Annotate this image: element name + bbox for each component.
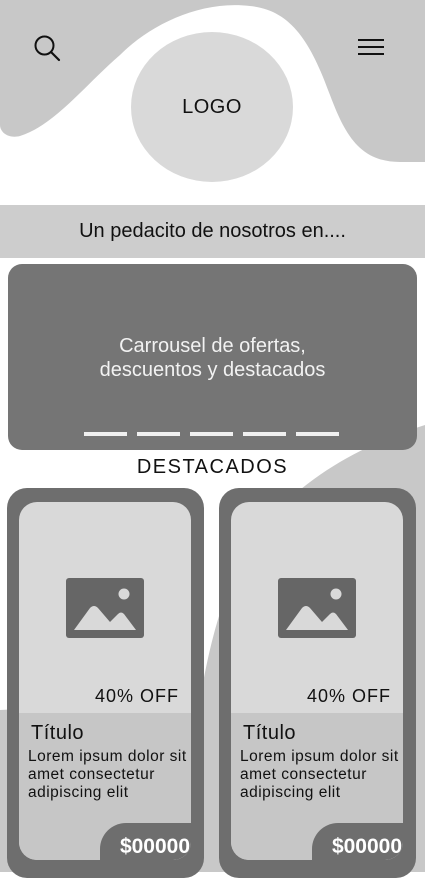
carousel-indicator-3[interactable] bbox=[190, 432, 233, 436]
section-title: DESTACADOS bbox=[136, 456, 289, 478]
offers-carousel[interactable]: Carrousel de ofertas, descuentos y desta… bbox=[8, 264, 417, 450]
image-placeholder-icon bbox=[66, 578, 144, 638]
carousel-line-2: descuentos y destacados bbox=[99, 359, 326, 381]
discount-label: 40% OFF bbox=[306, 686, 391, 706]
discount-label: 40% OFF bbox=[94, 686, 179, 706]
product-card[interactable]: 40% OFF Título Lorem ipsum dolor sit ame… bbox=[7, 488, 204, 878]
image-placeholder-icon bbox=[278, 578, 356, 638]
tagline-text: Un pedacito de nosotros en.... bbox=[79, 220, 346, 242]
logo[interactable]: LOGO bbox=[131, 32, 293, 182]
search-icon bbox=[34, 35, 61, 62]
product-card-content: 40% OFF Título Lorem ipsum dolor sit ame… bbox=[19, 502, 191, 860]
product-title: Título bbox=[31, 722, 85, 744]
product-price: $00000 bbox=[312, 823, 403, 860]
carousel-line-1: Carrousel de ofertas, bbox=[119, 335, 306, 357]
search-button[interactable] bbox=[30, 31, 64, 65]
carousel-indicator-1[interactable] bbox=[84, 432, 127, 436]
product-card-content: 40% OFF Título Lorem ipsum dolor sit ame… bbox=[231, 502, 403, 860]
product-description: Lorem ipsum dolor sit amet consectetur a… bbox=[28, 748, 187, 801]
carousel-indicator-4[interactable] bbox=[243, 432, 286, 436]
carousel-indicators bbox=[84, 432, 339, 436]
logo-text: LOGO bbox=[182, 95, 242, 118]
product-description: Lorem ipsum dolor sit amet consectetur a… bbox=[240, 748, 399, 801]
product-card[interactable]: 40% OFF Título Lorem ipsum dolor sit ame… bbox=[219, 488, 416, 878]
carousel-indicator-2[interactable] bbox=[137, 432, 180, 436]
carousel-indicator-5[interactable] bbox=[296, 432, 339, 436]
tagline-banner: Un pedacito de nosotros en.... bbox=[0, 205, 425, 258]
carousel-caption: Carrousel de ofertas, descuentos y desta… bbox=[8, 334, 417, 382]
product-title: Título bbox=[243, 722, 297, 744]
product-price: $00000 bbox=[100, 823, 191, 860]
hamburger-menu-icon bbox=[358, 39, 384, 55]
menu-button[interactable] bbox=[354, 33, 388, 63]
